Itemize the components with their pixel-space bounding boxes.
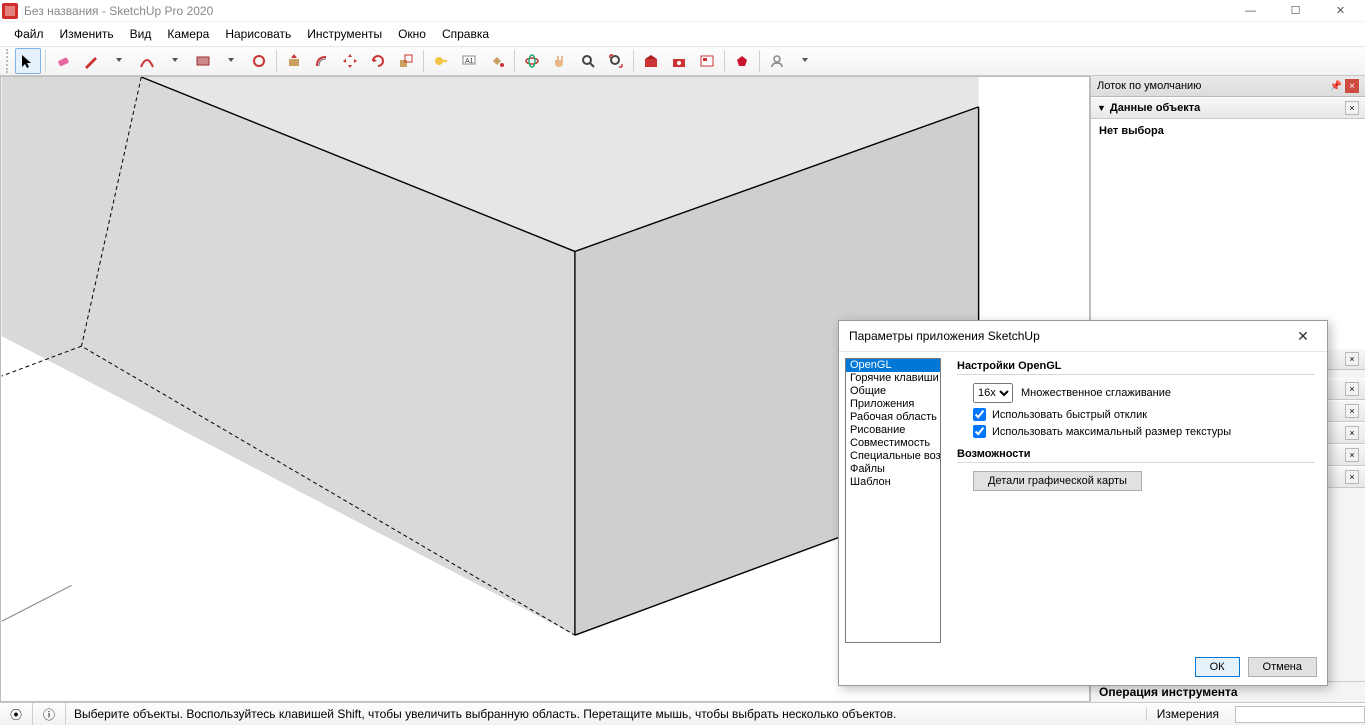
pencil-tool[interactable] xyxy=(78,48,104,74)
layout-tool[interactable] xyxy=(694,48,720,74)
fast-feedback-label: Использовать быстрый отклик xyxy=(992,409,1147,421)
zoom-tool[interactable] xyxy=(575,48,601,74)
antialias-select[interactable]: 16x xyxy=(973,383,1013,403)
fast-feedback-checkbox[interactable] xyxy=(973,408,986,421)
zoomextents-tool[interactable] xyxy=(603,48,629,74)
status-hint: Выберите объекты. Воспользуйтесь клавише… xyxy=(66,707,1146,721)
arc-dropdown[interactable] xyxy=(162,48,188,74)
measure-input[interactable] xyxy=(1235,706,1365,723)
minimize-button[interactable]: — xyxy=(1228,0,1273,22)
prefs-category-list[interactable]: OpenGL Горячие клавиши Общие Приложения … xyxy=(845,358,941,643)
prefs-item-access[interactable]: Специальные возможности xyxy=(846,450,940,463)
ruby-tool[interactable] xyxy=(729,48,755,74)
rectangle-tool[interactable] xyxy=(190,48,216,74)
toolbar-grip[interactable] xyxy=(6,49,11,73)
entity-panel-title: Данные объекта xyxy=(1110,102,1345,114)
pushpull-tool[interactable] xyxy=(281,48,307,74)
eraser-tool[interactable] xyxy=(50,48,76,74)
text-tool[interactable]: A1 xyxy=(456,48,482,74)
rotate-tool[interactable] xyxy=(365,48,391,74)
statusbar: ⦿ ⓘ Выберите объекты. Воспользуйтесь кла… xyxy=(0,702,1365,725)
antialias-label: Множественное сглаживание xyxy=(1021,387,1171,399)
app-icon xyxy=(2,3,18,19)
menu-view[interactable]: Вид xyxy=(122,24,160,44)
pan-tool[interactable] xyxy=(547,48,573,74)
prefs-item-compat[interactable]: Совместимость xyxy=(846,437,940,450)
3dwarehouse-tool[interactable] xyxy=(638,48,664,74)
status-help-icon[interactable]: ⦿ xyxy=(0,703,33,725)
max-texture-checkbox[interactable] xyxy=(973,425,986,438)
orbit-tool[interactable] xyxy=(519,48,545,74)
circle-tool[interactable] xyxy=(246,48,272,74)
rect-dropdown[interactable] xyxy=(218,48,244,74)
pencil-dropdown[interactable] xyxy=(106,48,132,74)
prefs-item-opengl[interactable]: OpenGL xyxy=(846,359,940,372)
status-info-icon[interactable]: ⓘ xyxy=(33,703,66,725)
measure-label: Измерения xyxy=(1146,707,1229,721)
maximize-button[interactable]: ☐ xyxy=(1273,0,1318,22)
menu-help[interactable]: Справка xyxy=(434,24,497,44)
window-title: Без названия - SketchUp Pro 2020 xyxy=(24,4,1228,18)
profile-dropdown[interactable] xyxy=(792,48,818,74)
chevron-down-icon: ▼ xyxy=(1097,103,1106,113)
svg-text:A1: A1 xyxy=(465,58,474,65)
prefs-item-files[interactable]: Файлы xyxy=(846,463,940,476)
menubar: Файл Изменить Вид Камера Нарисовать Инст… xyxy=(0,22,1365,46)
menu-camera[interactable]: Камера xyxy=(159,24,217,44)
menu-draw[interactable]: Нарисовать xyxy=(217,24,299,44)
tray-header[interactable]: Лоток по умолчанию 📌 × xyxy=(1091,76,1365,97)
entity-panel-blank xyxy=(1091,143,1365,348)
dialog-title: Параметры приложения SketchUp xyxy=(849,329,1289,343)
extensionwarehouse-tool[interactable] xyxy=(666,48,692,74)
move-tool[interactable] xyxy=(337,48,363,74)
cancel-button[interactable]: Отмена xyxy=(1248,657,1317,677)
dialog-titlebar[interactable]: Параметры приложения SketchUp ✕ xyxy=(839,321,1327,351)
prefs-item-apps[interactable]: Приложения xyxy=(846,398,940,411)
entity-panel-header[interactable]: ▼ Данные объекта × xyxy=(1091,97,1365,119)
profile-tool[interactable] xyxy=(764,48,790,74)
preferences-dialog: Параметры приложения SketchUp ✕ OpenGL Г… xyxy=(838,320,1328,686)
dialog-close-icon[interactable]: ✕ xyxy=(1289,325,1317,347)
tape-tool[interactable] xyxy=(428,48,454,74)
opengl-section-title: Настройки OpenGL xyxy=(957,360,1315,375)
offset-tool[interactable] xyxy=(309,48,335,74)
no-selection-label: Нет выбора xyxy=(1099,125,1164,137)
tray-title-label: Лоток по умолчанию xyxy=(1097,80,1327,92)
menu-window[interactable]: Окно xyxy=(390,24,434,44)
tray-close-icon[interactable]: × xyxy=(1345,79,1359,93)
max-texture-label: Использовать максимальный размер текстур… xyxy=(992,426,1231,438)
toolbar: A1 xyxy=(0,46,1365,76)
paintbucket-tool[interactable] xyxy=(484,48,510,74)
close-button[interactable]: ✕ xyxy=(1318,0,1363,22)
capabilities-section-title: Возможности xyxy=(957,448,1315,463)
menu-edit[interactable]: Изменить xyxy=(52,24,122,44)
pin-icon[interactable]: 📌 xyxy=(1329,79,1343,93)
menu-file[interactable]: Файл xyxy=(6,24,52,44)
prefs-item-shortcuts[interactable]: Горячие клавиши xyxy=(846,372,940,385)
prefs-item-workspace[interactable]: Рабочая область xyxy=(846,411,940,424)
entity-panel-close[interactable]: × xyxy=(1345,101,1359,115)
arc-tool[interactable] xyxy=(134,48,160,74)
titlebar: Без названия - SketchUp Pro 2020 — ☐ ✕ xyxy=(0,0,1365,22)
prefs-item-drawing[interactable]: Рисование xyxy=(846,424,940,437)
materials-panel-close[interactable]: × xyxy=(1345,352,1359,366)
entity-panel-body: Нет выбора xyxy=(1091,119,1365,143)
prefs-item-template[interactable]: Шаблон xyxy=(846,476,940,489)
prefs-item-general[interactable]: Общие xyxy=(846,385,940,398)
gpu-details-button[interactable]: Детали графической карты xyxy=(973,471,1142,491)
select-tool[interactable] xyxy=(15,48,41,74)
scale-tool[interactable] xyxy=(393,48,419,74)
menu-tools[interactable]: Инструменты xyxy=(299,24,390,44)
ok-button[interactable]: ОК xyxy=(1195,657,1240,677)
